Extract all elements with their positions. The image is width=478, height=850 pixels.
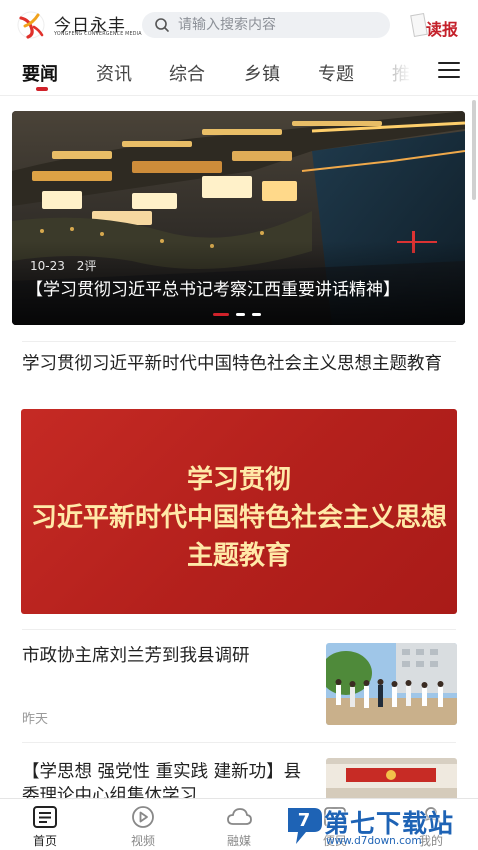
tab-xiangzhen[interactable]: 乡镇 bbox=[244, 60, 280, 86]
svg-text:7: 7 bbox=[298, 810, 311, 831]
cloud-icon bbox=[227, 808, 252, 825]
read-paper-button[interactable]: 读报 bbox=[410, 12, 466, 42]
active-tab-indicator bbox=[36, 87, 48, 91]
cover-text-line: 习近平新时代中国特色社会主义思想 bbox=[30, 503, 447, 533]
group-photo-thumbnail[interactable] bbox=[326, 643, 457, 725]
cover-text-line: 学习贯彻 bbox=[186, 465, 291, 495]
tab-yaowen[interactable]: 要闻 bbox=[22, 60, 58, 86]
home-icon bbox=[33, 806, 57, 828]
logo-subtitle: YONGFENG CONVERGENCE MEDIA bbox=[54, 32, 142, 37]
article-time: 昨天 bbox=[22, 712, 49, 727]
tabs-divider bbox=[0, 95, 478, 96]
thumbnail-image bbox=[326, 643, 457, 725]
watermark-logo-icon: 7 bbox=[288, 808, 322, 844]
nav-media[interactable]: 融媒 bbox=[194, 799, 284, 850]
meeting-room-thumbnail[interactable] bbox=[326, 758, 457, 800]
article-title[interactable]: 学习贯彻习近平新时代中国特色社会主义思想主题教育 bbox=[22, 353, 462, 376]
tab-fade-overlay bbox=[378, 52, 418, 90]
tab-zonghe[interactable]: 综合 bbox=[169, 60, 205, 86]
carousel-dot[interactable] bbox=[252, 313, 261, 316]
carousel-dot-active[interactable] bbox=[213, 313, 229, 316]
banner-meta: 10-23 2评 bbox=[30, 257, 96, 274]
nav-label: 融媒 bbox=[226, 834, 251, 848]
app-logo[interactable]: 今日永丰 YONGFENG CONVERGENCE MEDIA bbox=[16, 8, 142, 42]
logo-mark-icon bbox=[17, 11, 45, 39]
cover-text-line: 主题教育 bbox=[186, 541, 291, 571]
search-bar[interactable] bbox=[142, 12, 390, 38]
banner-title[interactable]: 【学习贯彻习近平总书记考察江西重要讲话精神】 bbox=[26, 275, 454, 300]
divider bbox=[22, 341, 456, 342]
read-paper-label: 读报 bbox=[426, 20, 459, 39]
article-cover-image[interactable]: 学习贯彻 习近平新时代中国特色社会主义思想 主题教育 bbox=[21, 409, 457, 614]
menu-icon[interactable] bbox=[438, 62, 460, 80]
nav-label: 首页 bbox=[32, 834, 57, 848]
tab-zixun[interactable]: 资讯 bbox=[96, 60, 132, 86]
thumbnail-image bbox=[326, 758, 457, 800]
article-title[interactable]: 市政协主席刘兰芳到我县调研 bbox=[22, 644, 312, 668]
tab-zhuanti[interactable]: 专题 bbox=[318, 60, 354, 86]
nav-home[interactable]: 首页 bbox=[0, 799, 90, 850]
search-input[interactable] bbox=[178, 15, 378, 35]
search-icon bbox=[155, 18, 169, 32]
watermark-url: www.d7down.com bbox=[326, 835, 422, 847]
carousel-dot[interactable] bbox=[236, 313, 245, 316]
scrollbar[interactable] bbox=[472, 100, 476, 200]
divider bbox=[22, 629, 456, 630]
banner-date: 10-23 bbox=[30, 259, 65, 273]
banner-comments: 2评 bbox=[76, 259, 97, 273]
app-header: 今日永丰 YONGFENG CONVERGENCE MEDIA 读报 bbox=[0, 0, 478, 50]
banner-carousel[interactable]: 10-23 2评 【学习贯彻习近平总书记考察江西重要讲话精神】 bbox=[12, 111, 465, 325]
play-icon bbox=[132, 806, 154, 828]
article-title[interactable]: 【学思想 强党性 重实践 建新功】县委理论中心组集体学习 bbox=[22, 760, 318, 800]
nav-video[interactable]: 视频 bbox=[98, 799, 188, 850]
watermark: 7 第七下载站 www.d7down.com bbox=[282, 802, 478, 850]
nav-label: 视频 bbox=[130, 834, 155, 848]
divider bbox=[22, 742, 456, 743]
